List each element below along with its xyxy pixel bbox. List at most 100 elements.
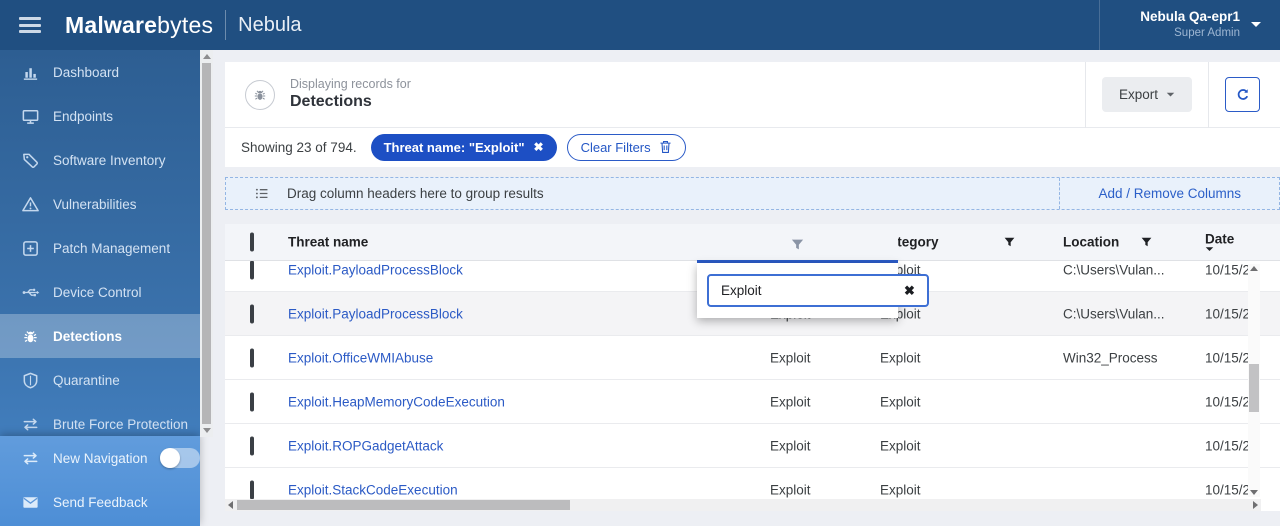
location-filter-icon[interactable] [1140, 236, 1153, 249]
filter-funnel-icon [790, 237, 805, 252]
plus-square-icon [21, 239, 41, 258]
account-menu[interactable]: Nebula Qa-epr1 Super Admin [1100, 9, 1280, 40]
export-label: Export [1118, 87, 1158, 102]
refresh-icon [1235, 87, 1251, 103]
warning-triangle-icon [21, 195, 41, 214]
sidebar-item-label: Endpoints [53, 108, 114, 124]
detections-bug-icon [245, 79, 275, 110]
sidebar-item-label: Brute Force Protection [53, 416, 189, 432]
horizontal-scrollbar-thumb[interactable] [237, 500, 570, 510]
clear-filters-button[interactable]: Clear Filters [566, 133, 686, 161]
tag-icon [21, 151, 41, 170]
sidebar-item-label: Send Feedback [53, 494, 148, 510]
monitor-icon [21, 107, 41, 126]
category-cell: Exploit [880, 482, 921, 497]
sidebar-item-label: Vulnerabilities [53, 196, 137, 212]
sidebar-item-vulnerabilities[interactable]: Vulnerabilities [0, 182, 200, 226]
swap-arrows-icon [21, 449, 41, 468]
row-checkbox[interactable] [250, 304, 254, 323]
active-filter-chip[interactable]: Threat name: "Exploit" ✖ [370, 133, 557, 161]
row-checkbox[interactable] [250, 348, 254, 367]
sidebar-item-software-inventory[interactable]: Software Inventory [0, 138, 200, 182]
type-cell: Exploit [770, 438, 811, 453]
add-remove-columns-link[interactable]: Add / Remove Columns [1059, 178, 1279, 209]
select-all-checkbox[interactable] [250, 232, 254, 252]
sidebar-item-dashboard[interactable]: Dashboard [0, 50, 200, 94]
sidebar-item-device-control[interactable]: Device Control [0, 270, 200, 314]
threat-name-link[interactable]: Exploit.HeapMemoryCodeExecution [288, 394, 505, 409]
remove-filter-icon[interactable]: ✖ [534, 140, 544, 154]
sidebar-scrollbar[interactable] [200, 50, 213, 437]
sidebar-item-label: New Navigation [53, 450, 148, 466]
account-name: Nebula Qa-epr1 [1140, 9, 1240, 25]
threat-name-link[interactable]: Exploit.PayloadProcessBlock [288, 306, 463, 321]
sidebar-item-label: Quarantine [53, 372, 120, 388]
brand-bold: Malware [65, 11, 158, 38]
threat-name-link[interactable]: Exploit.OfficeWMIAbuse [288, 350, 433, 365]
filter-input[interactable] [721, 283, 898, 298]
vertical-scrollbar-thumb[interactable] [1249, 364, 1259, 412]
chevron-down-icon [1166, 92, 1175, 98]
chart-bars-icon [21, 63, 41, 82]
group-by-hint: Drag column headers here to group result… [287, 186, 544, 201]
row-checkbox[interactable] [250, 436, 254, 455]
table-row[interactable]: Exploit.ROPGadgetAttack Exploit Exploit … [225, 424, 1280, 468]
top-bar: Malwarebytes Nebula Nebula Qa-epr1 Super… [0, 0, 1280, 50]
showing-count: Showing 23 of 794. [241, 139, 357, 155]
refresh-button[interactable] [1225, 77, 1260, 112]
envelope-icon [21, 493, 41, 512]
usb-icon [21, 283, 41, 302]
swap-arrows-icon [21, 415, 41, 434]
sidebar-item-detections[interactable]: Detections [0, 314, 200, 358]
category-filter-icon[interactable] [1003, 236, 1016, 249]
sidebar-item-label: Detections [53, 328, 123, 344]
column-header-threat-name[interactable]: Threat name [288, 235, 368, 250]
sidebar-item-quarantine[interactable]: Quarantine [0, 358, 200, 402]
scroll-left-icon[interactable] [228, 501, 233, 509]
scroll-up-icon[interactable] [1250, 266, 1258, 271]
page-title: Detections [290, 93, 372, 111]
scroll-right-icon[interactable] [1253, 501, 1258, 509]
location-cell: C:\Users\Vulan... [1063, 262, 1165, 277]
scroll-down-icon[interactable] [1250, 490, 1258, 495]
threat-name-link[interactable]: Exploit.StackCodeExecution [288, 482, 458, 497]
scroll-down-icon[interactable] [203, 428, 211, 433]
location-cell: C:\Users\Vulan... [1063, 306, 1165, 321]
group-by-bar[interactable]: Drag column headers here to group result… [225, 177, 1280, 210]
clear-input-icon[interactable]: ✖ [904, 283, 915, 299]
category-cell: Exploit [880, 394, 921, 409]
table-row[interactable]: Exploit.OfficeWMIAbuse Exploit Exploit W… [225, 336, 1280, 380]
sidebar-item-label: Device Control [53, 284, 142, 300]
sidebar-item-send-feedback[interactable]: Send Feedback [0, 480, 200, 524]
table-vertical-scrollbar[interactable] [1248, 264, 1260, 497]
row-checkbox[interactable] [250, 392, 254, 411]
threat-name-link[interactable]: Exploit.PayloadProcessBlock [288, 262, 463, 277]
account-role: Super Admin [1174, 27, 1240, 40]
bug-icon [21, 327, 41, 346]
category-cell: Exploit [880, 350, 921, 365]
sidebar-scrollbar-thumb[interactable] [202, 63, 211, 424]
filtered-column-header[interactable] [697, 228, 898, 263]
table-row[interactable]: Exploit.HeapMemoryCodeExecution Exploit … [225, 380, 1280, 424]
column-header-date[interactable]: Date [1205, 232, 1240, 253]
toggle-knob [159, 448, 180, 468]
row-checkbox[interactable] [250, 480, 254, 499]
table-horizontal-scrollbar[interactable] [225, 499, 1261, 511]
table-row[interactable]: Exploit.StackCodeExecution Exploit Explo… [225, 468, 1280, 499]
new-navigation-toggle[interactable] [159, 448, 200, 468]
main-content: Displaying records for Detections Export… [213, 50, 1280, 526]
export-button[interactable]: Export [1101, 77, 1192, 112]
scroll-up-icon[interactable] [203, 54, 211, 59]
filter-input-wrap: ✖ [707, 274, 929, 307]
sidebar-item-patch-management[interactable]: Patch Management [0, 226, 200, 270]
chevron-down-icon [1250, 21, 1262, 29]
sidebar-item-endpoints[interactable]: Endpoints [0, 94, 200, 138]
sidebar-item-new-navigation[interactable]: New Navigation [0, 436, 200, 480]
sidebar-footer: New Navigation Send Feedback [0, 436, 200, 526]
header-divider [1208, 61, 1209, 128]
row-checkbox[interactable] [250, 261, 254, 279]
column-header-location[interactable]: Location [1063, 235, 1119, 250]
page-header-card: Displaying records for Detections Export… [225, 61, 1280, 167]
hamburger-menu-icon[interactable] [19, 17, 41, 33]
threat-name-link[interactable]: Exploit.ROPGadgetAttack [288, 438, 443, 453]
